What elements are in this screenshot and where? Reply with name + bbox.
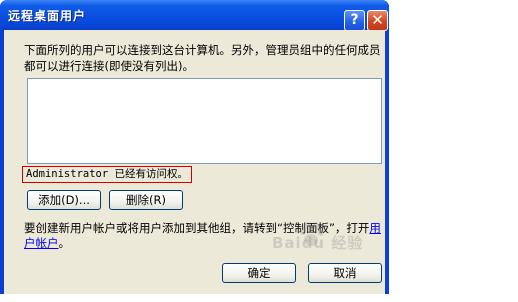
access-note: Administrator 已经有访问权。	[22, 166, 192, 183]
ok-button[interactable]: 确定	[222, 263, 296, 283]
window-title: 远程桌面用户	[8, 9, 87, 23]
cancel-button[interactable]: 取消	[308, 263, 382, 283]
users-listbox[interactable]	[27, 78, 382, 164]
help-icon: ?	[350, 12, 359, 28]
close-button[interactable]: ✕	[367, 10, 388, 31]
hint-text-end: 。	[58, 236, 71, 250]
help-button[interactable]: ?	[344, 10, 365, 31]
watermark-text: Baidu 经验	[272, 234, 364, 252]
remove-button[interactable]: 删除(R)	[109, 190, 183, 210]
title-bar[interactable]: 远程桌面用户 ? ✕	[0, 0, 389, 31]
add-button[interactable]: 添加(D)...	[27, 190, 101, 210]
description-text: 下面所列的用户可以连接到这台计算机。另外，管理员组中的任何成员都可以进行连接(即…	[24, 43, 381, 73]
close-icon: ✕	[371, 11, 384, 29]
